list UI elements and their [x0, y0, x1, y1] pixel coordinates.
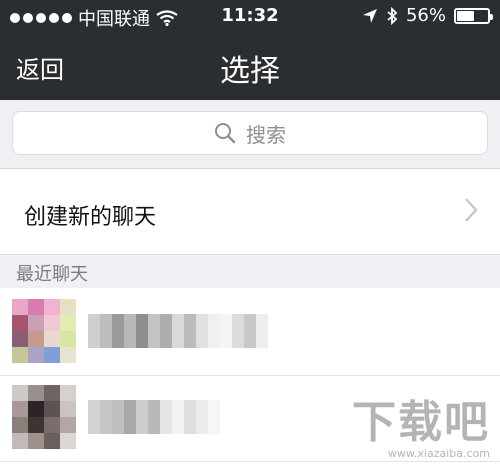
page-title: 选择	[220, 54, 280, 89]
name-blur-block	[208, 400, 220, 434]
name-blur-block	[244, 314, 256, 348]
avatar-pixel	[60, 315, 76, 331]
name-blur-block	[196, 400, 208, 434]
avatar-pixel	[60, 417, 76, 433]
avatar-pixel	[12, 385, 28, 401]
chevron-right-icon	[465, 198, 478, 222]
name-blur-block	[124, 400, 136, 434]
avatar-pixel	[60, 299, 76, 315]
status-right: 56%	[362, 5, 493, 26]
search-area: 搜索	[0, 100, 500, 169]
name-blur-block	[256, 314, 268, 348]
watermark-logo: 下载吧	[352, 397, 490, 448]
avatar-pixel	[28, 433, 44, 449]
avatar-pixel	[12, 331, 28, 347]
avatar-pixel	[60, 433, 76, 449]
location-arrow-icon	[362, 8, 377, 23]
name-blur-block	[88, 400, 100, 434]
avatar-pixel	[28, 385, 44, 401]
name-blur-block	[160, 400, 172, 434]
search-input[interactable]: 搜索	[12, 111, 488, 155]
name-blur-block	[136, 400, 148, 434]
avatar-pixel	[12, 433, 28, 449]
status-bar: 中国联通 11:32 56%	[0, 0, 500, 32]
avatar-pixel	[60, 385, 76, 401]
avatar-pixel	[60, 347, 76, 363]
battery-percent: 56%	[405, 5, 446, 26]
avatar-pixel	[44, 347, 60, 363]
recent-chats-header: 最近聊天	[0, 255, 500, 288]
name-blur-block	[148, 400, 160, 434]
battery-nub	[490, 13, 493, 20]
avatar-pixel	[28, 417, 44, 433]
search-icon	[215, 123, 236, 144]
name-blur-block	[88, 314, 100, 348]
avatar-pixel	[28, 331, 44, 347]
avatar-pixel	[44, 299, 60, 315]
name-blur-block	[112, 314, 124, 348]
contact-name-blurred	[88, 314, 268, 348]
app-header: 中国联通 11:32 56% 返回 选择	[0, 0, 500, 100]
bluetooth-icon	[387, 6, 398, 25]
avatar-pixel	[12, 299, 28, 315]
name-blur-block	[172, 400, 184, 434]
avatar	[12, 299, 76, 363]
search-placeholder: 搜索	[246, 122, 286, 147]
avatar-pixel	[28, 347, 44, 363]
name-blur-block	[220, 314, 232, 348]
avatar-pixel	[28, 299, 44, 315]
battery-icon	[454, 7, 493, 24]
name-blur-block	[208, 314, 220, 348]
name-blur-block	[172, 314, 184, 348]
battery-fill	[457, 10, 474, 21]
avatar-pixel	[44, 315, 60, 331]
watermark-url: www.xiazaiba.com	[387, 447, 490, 460]
recent-chats-label: 最近聊天	[16, 264, 88, 285]
avatar-pixel	[44, 401, 60, 417]
avatar-pixel	[44, 331, 60, 347]
name-blur-block	[196, 314, 208, 348]
name-blur-block	[232, 314, 244, 348]
name-blur-block	[100, 314, 112, 348]
contact-row[interactable]	[0, 290, 500, 376]
avatar-pixel	[44, 417, 60, 433]
avatar-pixel	[28, 401, 44, 417]
name-blur-block	[184, 400, 196, 434]
watermark: 下载吧 www.xiazaiba.com	[352, 397, 490, 461]
name-blur-block	[148, 314, 160, 348]
create-new-chat-label: 创建新的聊天	[24, 205, 157, 230]
create-new-chat-row[interactable]: 创建新的聊天	[0, 169, 500, 255]
name-blur-block	[100, 400, 112, 434]
avatar-pixel	[60, 401, 76, 417]
name-blur-block	[160, 314, 172, 348]
avatar-pixel	[44, 385, 60, 401]
name-blur-block	[124, 314, 136, 348]
avatar-pixel	[44, 433, 60, 449]
name-blur-block	[112, 400, 124, 434]
name-blur-block	[136, 314, 148, 348]
nav-bar: 返回 选择	[0, 32, 500, 100]
avatar-pixel	[12, 315, 28, 331]
avatar-pixel	[28, 315, 44, 331]
contact-name-blurred	[88, 400, 220, 434]
avatar	[12, 385, 76, 449]
name-blur-block	[184, 314, 196, 348]
avatar-pixel	[60, 331, 76, 347]
avatar-pixel	[12, 347, 28, 363]
avatar-pixel	[12, 401, 28, 417]
avatar-pixel	[12, 417, 28, 433]
